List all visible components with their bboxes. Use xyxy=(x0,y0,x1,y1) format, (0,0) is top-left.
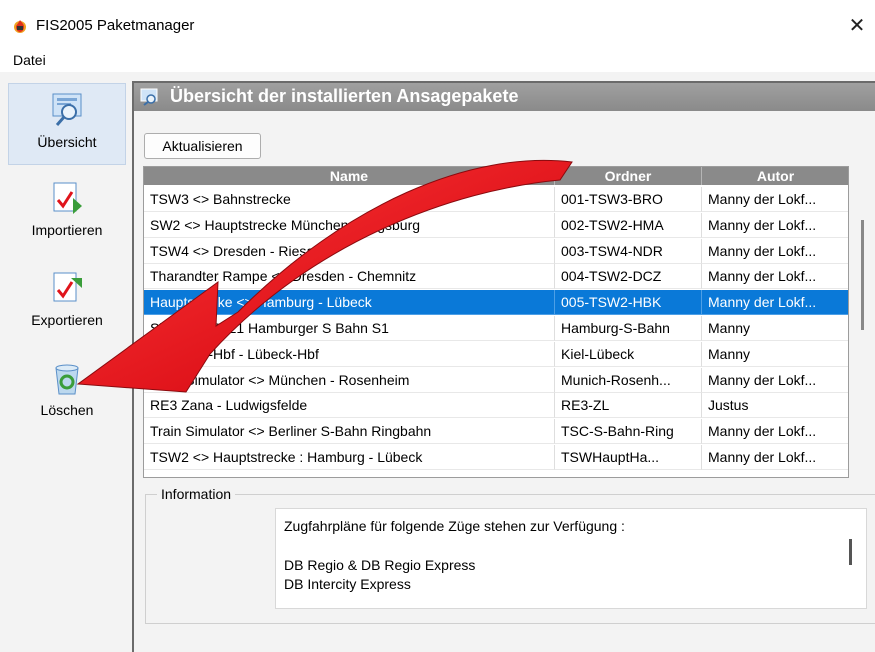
column-header-ordner[interactable]: Ordner xyxy=(555,167,702,185)
cell-autor: Justus xyxy=(702,393,848,419)
sidebar-item-label: Löschen xyxy=(40,402,94,418)
table-row[interactable]: TSW4 <> Dresden - Riesa 003-TSW4-NDR Manny… xyxy=(144,238,848,264)
cell-autor: Manny xyxy=(702,316,848,341)
app-flame-icon xyxy=(14,20,26,33)
cell-autor: Manny der Lokf... xyxy=(702,419,848,445)
table-row[interactable]: Hauptstrecke <> Hamburg - Lübeck 005-TSW2… xyxy=(144,290,848,316)
table-row[interactable]: TSW3 <> Bahnstrecke 001-TSW3-BRO Manny der… xyxy=(144,187,848,212)
cell-autor: Manny der Lokf... xyxy=(702,187,848,212)
table-row[interactable]: Train Simulator <> München - Rosenheim Mu… xyxy=(144,367,848,393)
table-scrollbar[interactable] xyxy=(855,168,875,474)
info-line: DB Intercity Express xyxy=(284,576,411,592)
import-icon xyxy=(53,182,82,214)
information-text[interactable]: Zugfahrpläne für folgende Züge stehen zu… xyxy=(275,508,867,609)
information-label: Information xyxy=(157,486,236,502)
cell-ordner: 004-TSW2-DCZ xyxy=(555,264,702,290)
menu-datei[interactable]: Datei xyxy=(13,52,46,68)
menu-bar: Datei xyxy=(0,46,875,72)
cell-ordner: 002-TSW2-HMA xyxy=(555,212,702,238)
cell-ordner: RE3-ZL xyxy=(555,393,702,419)
table-row[interactable]: TSW2 <> Hauptstrecke : Hamburg - Lübeck T… xyxy=(144,445,848,470)
sidebar-item-label: Exportieren xyxy=(31,312,103,328)
cell-name: Hauptstrecke <> Hamburg - Lübeck xyxy=(144,290,555,316)
sidebar-item-uebersicht[interactable]: Übersicht xyxy=(8,83,126,165)
info-line: Zugfahrpläne für folgende Züge stehen zu… xyxy=(284,518,625,534)
cell-name: RE3 Zana - Ludwigsfelde xyxy=(144,393,555,419)
cell-ordner: 001-TSW3-BRO xyxy=(555,187,702,212)
cell-name: Simulator 2021 Hamburger S Bahn S1 xyxy=(144,316,555,341)
sidebar-item-label: Importieren xyxy=(31,222,103,238)
cell-ordner: TSC-S-Bahn-Ring xyxy=(555,419,702,445)
cell-name: TSW2 <> Hauptstrecke : Hamburg - Lübeck xyxy=(144,445,555,470)
column-header-autor[interactable]: Autor xyxy=(702,167,848,185)
refresh-button[interactable]: Aktualisieren xyxy=(144,133,261,159)
table-row[interactable]: SW2 <> Hauptstrecke München - Augsburg 00… xyxy=(144,212,848,238)
cell-ordner: Hamburg-S-Bahn xyxy=(555,316,702,341)
table-row[interactable]: Tharandter Rampe <> Dresden - Chemnitz 00… xyxy=(144,264,848,290)
sidebar-item-exportieren[interactable]: Exportieren xyxy=(8,262,126,344)
cell-name: TSW4 <> Dresden - Riesa xyxy=(144,238,555,264)
window-title: FIS2005 Paketmanager xyxy=(36,17,195,34)
cell-autor: Manny xyxy=(702,342,848,367)
cell-name: Train Simulator <> München - Rosenheim xyxy=(144,367,555,393)
overview-icon xyxy=(140,88,158,106)
sidebar: Übersicht Importieren Exportieren Lösche… xyxy=(0,72,132,652)
cell-autor: Manny der Lokf... xyxy=(702,445,848,470)
packages-table[interactable]: Name Ordner Autor TSW3 <> Bahnstrecke 001… xyxy=(143,166,849,478)
cell-ordner: 003-TSW4-NDR xyxy=(555,238,702,264)
cell-name: 2021 Kiel-Hbf - Lübeck-Hbf xyxy=(144,341,555,367)
cell-autor: Manny der Lokf... xyxy=(702,239,848,264)
table-row[interactable]: Train Simulator <> Berliner S-Bahn Ringb… xyxy=(144,419,848,445)
cell-name: TSW3 <> Bahnstrecke xyxy=(144,187,555,212)
sidebar-item-loeschen[interactable]: Löschen xyxy=(8,352,126,434)
cell-name: Train Simulator <> Berliner S-Bahn Ringb… xyxy=(144,419,555,445)
cell-ordner: Munich-Rosenh... xyxy=(555,367,702,393)
scrollbar-thumb[interactable] xyxy=(861,220,864,330)
cell-autor: Manny der Lokf... xyxy=(702,368,848,393)
table-row[interactable]: RE3 Zana - Ludwigsfelde RE3-ZL Justus xyxy=(144,393,848,419)
panel-header: Übersicht der installierten Ansagepakete xyxy=(134,83,875,111)
close-button[interactable]: ✕ xyxy=(839,8,875,44)
cell-name: Tharandter Rampe <> Dresden - Chemnitz xyxy=(144,264,555,290)
recycle-bin-icon xyxy=(55,364,79,395)
cell-name: SW2 <> Hauptstrecke München - Augsburg xyxy=(144,212,555,238)
sidebar-item-importieren[interactable]: Importieren xyxy=(8,172,126,254)
cell-autor: Manny der Lokf... xyxy=(702,264,848,290)
table-header: Name Ordner Autor xyxy=(144,167,848,185)
cell-autor: Manny der Lokf... xyxy=(702,290,848,316)
cell-ordner: 005-TSW2-HBK xyxy=(555,290,702,316)
table-row[interactable]: 2021 Kiel-Hbf - Lübeck-Hbf Kiel-Lübeck Man… xyxy=(144,341,848,367)
information-scrollbar-thumb[interactable] xyxy=(849,539,852,565)
table-row[interactable]: Simulator 2021 Hamburger S Bahn S1 Hambur… xyxy=(144,316,848,341)
cell-autor: Manny der Lokf... xyxy=(702,213,848,238)
info-line: DB Regio & DB Regio Express xyxy=(284,557,476,573)
sidebar-item-label: Übersicht xyxy=(37,134,97,150)
column-header-name[interactable]: Name xyxy=(144,167,555,185)
panel-title: Übersicht der installierten Ansagepakete xyxy=(170,86,519,106)
title-bar: FIS2005 Paketmanager ✕ xyxy=(0,0,875,46)
cell-ordner: Kiel-Lübeck xyxy=(555,341,702,367)
magnifier-icon xyxy=(52,93,82,126)
cell-ordner: TSWHauptHa... xyxy=(555,445,702,470)
export-icon xyxy=(53,272,82,302)
